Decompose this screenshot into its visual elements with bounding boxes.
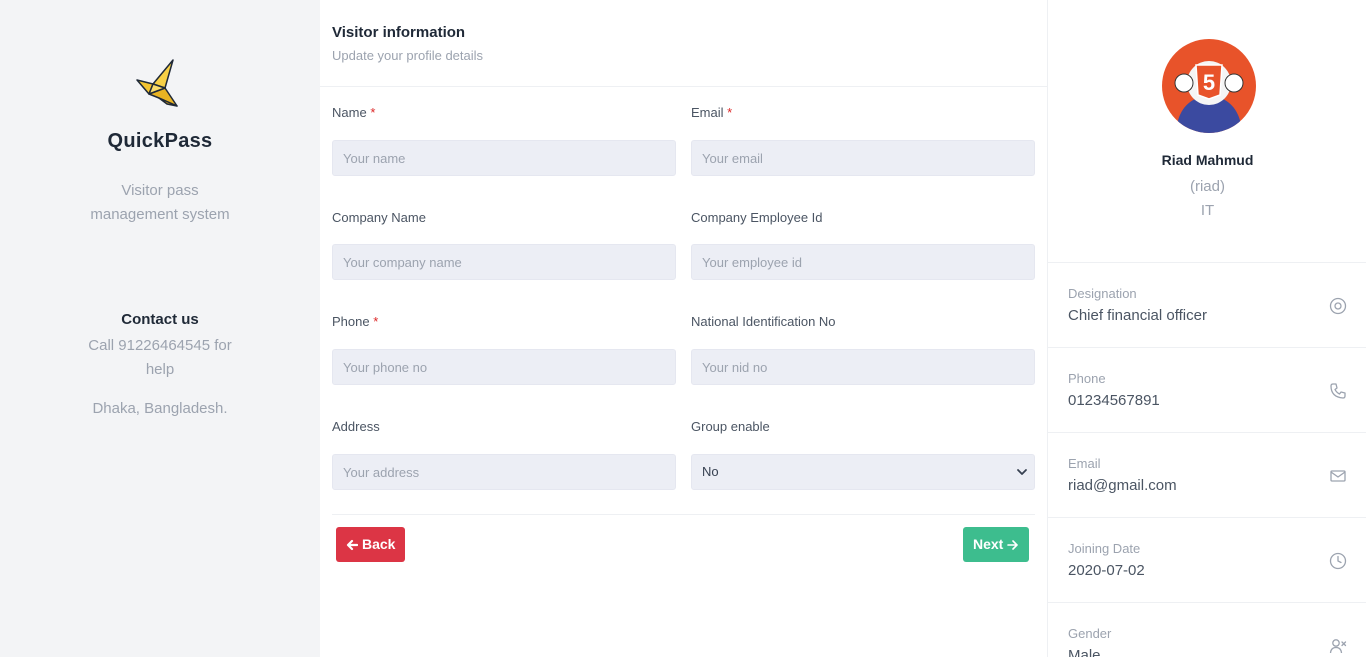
required-marker: * xyxy=(727,105,733,120)
contact-address: Dhaka, Bangladesh. xyxy=(92,400,228,417)
info-label: Email xyxy=(1068,456,1101,471)
next-button[interactable]: Next xyxy=(963,527,1030,562)
arrow-right-icon xyxy=(1007,539,1019,550)
info-joining-date: Joining Date 2020-07-02 xyxy=(1048,517,1366,602)
info-label: Phone xyxy=(1068,371,1106,386)
email-label: Email * xyxy=(691,105,732,120)
info-gender: Gender Male xyxy=(1048,602,1366,657)
group-enable-label: Group enable xyxy=(691,419,770,434)
info-label: Joining Date xyxy=(1068,541,1141,556)
company-name-input[interactable] xyxy=(332,244,676,280)
svg-text:5: 5 xyxy=(1203,70,1215,95)
info-value: Male xyxy=(1068,647,1101,657)
employee-id-label: Company Employee Id xyxy=(691,210,823,225)
form-subtitle: Update your profile details xyxy=(332,48,484,63)
user-icon xyxy=(1329,639,1347,654)
divider xyxy=(332,514,1035,515)
contact-help: Call 91226464545 for help xyxy=(88,337,232,378)
info-label: Gender xyxy=(1068,626,1112,641)
visitor-form-panel: Visitor information Update your profile … xyxy=(320,0,1047,657)
arrow-left-icon xyxy=(346,539,358,550)
chevron-down-icon xyxy=(1017,469,1027,475)
email-label-text: Email xyxy=(691,105,724,120)
info-designation: Designation Chief financial officer xyxy=(1048,262,1366,347)
phone-label-text: Phone xyxy=(332,314,370,329)
next-button-label: Next xyxy=(973,536,1004,552)
name-label-text: Name xyxy=(332,105,367,120)
address-label: Address xyxy=(332,419,380,434)
divider xyxy=(320,86,1047,87)
form-title: Visitor information xyxy=(332,24,466,41)
profile-username: (riad) xyxy=(1189,178,1225,195)
phone-label: Phone * xyxy=(332,314,378,329)
profile-department: IT xyxy=(1200,202,1215,219)
brand-sidebar: QuickPass Visitor pass management system… xyxy=(0,0,320,657)
info-phone: Phone 01234567891 xyxy=(1048,347,1366,432)
mail-icon xyxy=(1330,470,1346,482)
profile-name: Riad Mahmud xyxy=(1161,152,1254,168)
info-email: Email riad@gmail.com xyxy=(1048,432,1366,517)
back-button-label: Back xyxy=(362,536,396,552)
required-marker: * xyxy=(370,105,376,120)
phone-input[interactable] xyxy=(332,349,676,385)
avatar: 5 xyxy=(1162,39,1256,133)
info-value: 2020-07-02 xyxy=(1068,562,1145,579)
nid-label: National Identification No xyxy=(691,314,836,329)
origami-bird-icon xyxy=(136,59,178,107)
profile-panel: 5 Riad Mahmud (riad) IT Designation Chie… xyxy=(1047,0,1366,657)
name-label: Name * xyxy=(332,105,375,120)
required-marker: * xyxy=(373,314,379,329)
info-label: Designation xyxy=(1068,286,1137,301)
info-value: 01234567891 xyxy=(1068,392,1160,409)
app-tagline: Visitor pass management system xyxy=(90,182,230,223)
info-value: Chief financial officer xyxy=(1068,307,1207,324)
target-icon xyxy=(1329,297,1347,315)
group-enable-select[interactable]: No xyxy=(691,454,1035,490)
nid-input[interactable] xyxy=(691,349,1035,385)
group-enable-value: No xyxy=(702,464,719,479)
app-name: QuickPass xyxy=(107,130,213,152)
clock-icon xyxy=(1329,552,1347,570)
email-input[interactable] xyxy=(691,140,1035,176)
employee-id-input[interactable] xyxy=(691,244,1035,280)
back-button[interactable]: Back xyxy=(336,527,406,562)
company-name-label: Company Name xyxy=(332,210,426,225)
address-input[interactable] xyxy=(332,454,676,490)
phone-icon xyxy=(1330,383,1346,399)
name-input[interactable] xyxy=(332,140,676,176)
contact-title: Contact us xyxy=(121,311,199,328)
info-value: riad@gmail.com xyxy=(1068,477,1177,494)
